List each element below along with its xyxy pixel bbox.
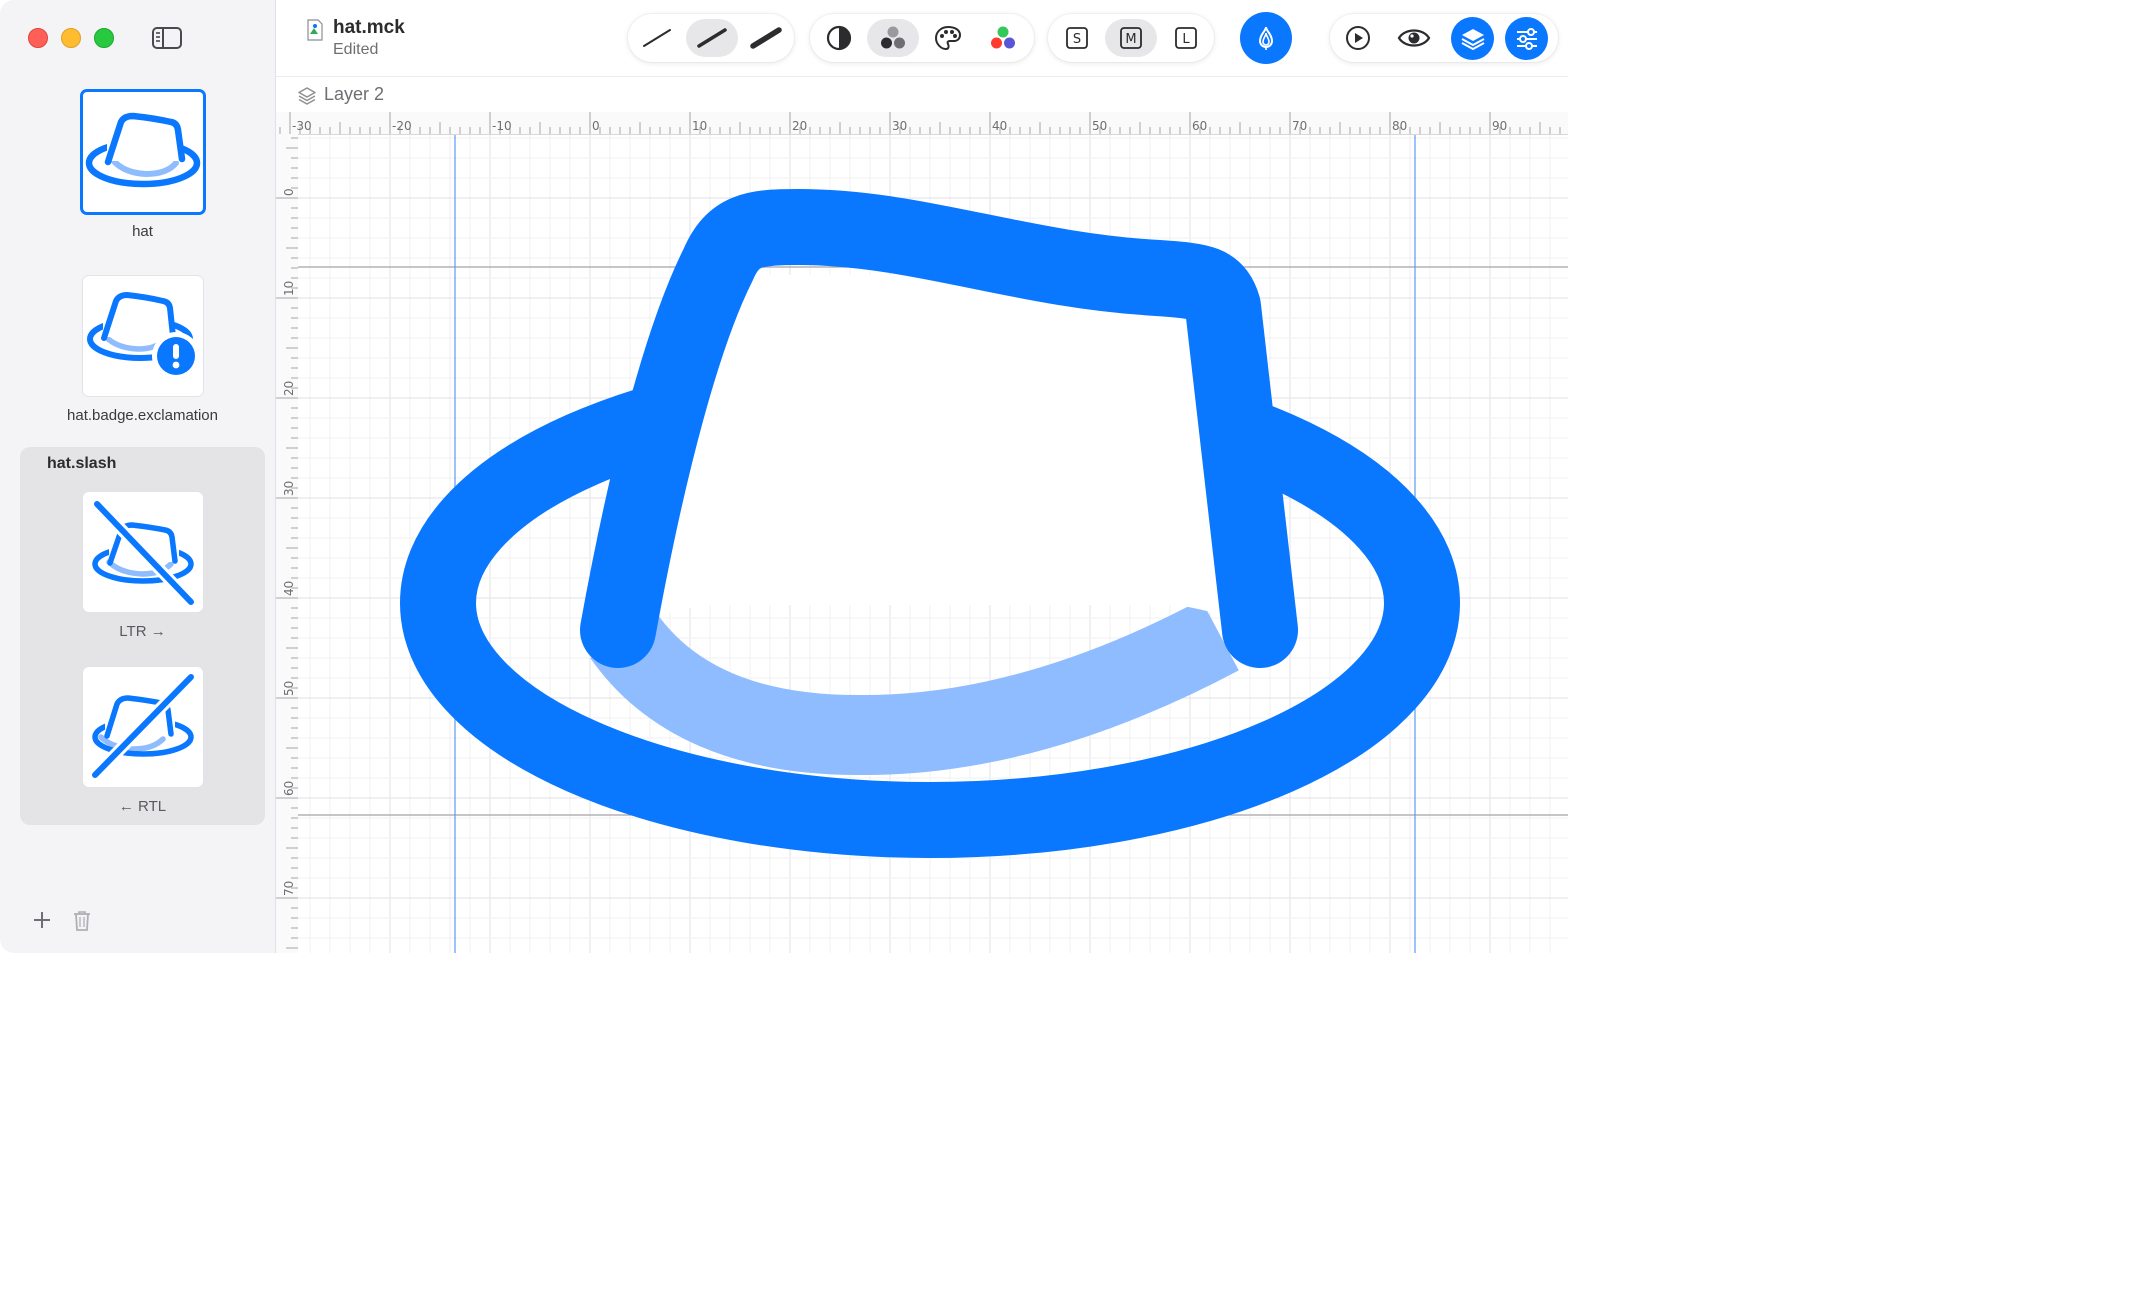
direction-label-rtl: ← RTL — [118, 798, 167, 815]
direction-label-ltr: LTR → — [119, 623, 166, 640]
vertical-ruler-label: 30 — [282, 481, 296, 496]
vertical-ruler[interactable]: 0 10 20 30 40 50 60 70 — [276, 134, 299, 953]
close-window-button[interactable] — [28, 28, 48, 48]
preview-eye-icon[interactable] — [1388, 19, 1440, 57]
scale-large-button[interactable]: L — [1160, 19, 1212, 57]
horizontal-ruler-label: -30 — [292, 119, 312, 133]
sidebar: hat hat.badge.exclamation hat.slash LTR … — [0, 0, 276, 953]
horizontal-ruler-label: 20 — [792, 119, 807, 133]
minimize-window-button[interactable] — [61, 28, 81, 48]
multicolor-icon[interactable] — [977, 19, 1029, 57]
scale-small-label: S — [1073, 32, 1081, 47]
inspector-sliders-icon[interactable] — [1505, 17, 1548, 60]
hat-icon — [85, 112, 201, 188]
scale-medium-label: M — [1125, 32, 1136, 47]
symbol-group-hat-slash[interactable]: hat.slash LTR → ← RTL — [20, 447, 265, 825]
symbol-thumbnail-hat-slash-rtl[interactable] — [83, 667, 203, 787]
play-icon[interactable] — [1332, 19, 1384, 57]
vertical-ruler-label: 0 — [282, 188, 296, 196]
scale-small-button[interactable]: S — [1051, 19, 1103, 57]
layer-stack-icon — [297, 86, 317, 111]
sidebar-toggle-icon[interactable] — [150, 25, 184, 51]
horizontal-ruler-label: 0 — [592, 119, 600, 133]
hat-badge-exclamation-icon — [87, 292, 200, 380]
horizontal-ruler-label: 70 — [1292, 119, 1307, 133]
horizontal-ruler-ticks: -30 -20 -10 0 10 20 30 40 50 60 70 80 90 — [279, 112, 1561, 134]
horizontal-ruler-label: 60 — [1192, 119, 1207, 133]
horizontal-ruler-label: 40 — [992, 119, 1007, 133]
layer-name[interactable]: Layer 2 — [324, 84, 384, 105]
horizontal-ruler-label: 10 — [692, 119, 707, 133]
hat-band-secondary[interactable] — [590, 599, 1239, 776]
thin-stroke-icon[interactable] — [631, 19, 683, 57]
hat-slash-icon — [91, 498, 197, 608]
vertical-ruler-label: 50 — [282, 681, 296, 696]
monochrome-icon[interactable] — [813, 19, 865, 57]
trash-icon[interactable] — [68, 906, 96, 934]
horizontal-ruler-label: -10 — [492, 119, 512, 133]
document-icon — [306, 19, 324, 41]
plus-icon[interactable] — [28, 906, 56, 934]
scale-toolbar-group: S M L — [1048, 14, 1214, 62]
symbol-thumbnail-hat-slash-ltr[interactable] — [83, 492, 203, 612]
hat-glyph[interactable] — [400, 189, 1460, 858]
document-status: Edited — [333, 41, 379, 58]
scale-medium-button[interactable]: M — [1105, 19, 1157, 57]
vertical-ruler-label: 60 — [282, 781, 296, 796]
symbol-thumbnail-hat[interactable] — [83, 92, 203, 212]
document-title: hat.mck — [333, 17, 405, 38]
vertical-ruler-ticks: 0 10 20 30 40 50 60 70 — [276, 137, 298, 949]
zoom-window-button[interactable] — [94, 28, 114, 48]
vertical-ruler-label: 40 — [282, 581, 296, 596]
symbol-label-hat: hat — [132, 223, 153, 240]
vertical-ruler-label: 20 — [282, 381, 296, 396]
hierarchical-icon[interactable] — [867, 19, 919, 57]
hat-slash-rtl-icon — [89, 671, 197, 781]
drawing-canvas[interactable] — [298, 135, 1568, 953]
horizontal-ruler-label: -20 — [392, 119, 412, 133]
horizontal-ruler[interactable]: -30 -20 -10 0 10 20 30 40 50 60 70 80 90 — [276, 112, 1568, 135]
layer-bar: Layer 2 — [276, 76, 1568, 113]
bold-stroke-icon[interactable] — [740, 19, 792, 57]
vertical-ruler-label: 10 — [282, 281, 296, 296]
horizontal-ruler-label: 30 — [892, 119, 907, 133]
onion-skin-icon[interactable] — [1240, 12, 1292, 64]
regular-stroke-icon[interactable] — [686, 19, 738, 57]
vertical-ruler-label: 70 — [282, 881, 296, 896]
weight-toolbar-group — [628, 14, 794, 62]
palette-icon[interactable] — [922, 19, 974, 57]
render-mode-toolbar-group — [810, 14, 1034, 62]
group-title: hat.slash — [47, 455, 117, 472]
horizontal-ruler-label: 50 — [1092, 119, 1107, 133]
scale-large-label: L — [1182, 32, 1190, 47]
layers-icon[interactable] — [1451, 17, 1494, 60]
symbol-thumbnail-hat-badge-exclamation[interactable] — [83, 276, 203, 396]
symbol-label-hat-badge-exclamation: hat.badge.exclamation — [67, 407, 218, 424]
horizontal-ruler-label: 90 — [1492, 119, 1507, 133]
horizontal-ruler-label: 80 — [1392, 119, 1407, 133]
